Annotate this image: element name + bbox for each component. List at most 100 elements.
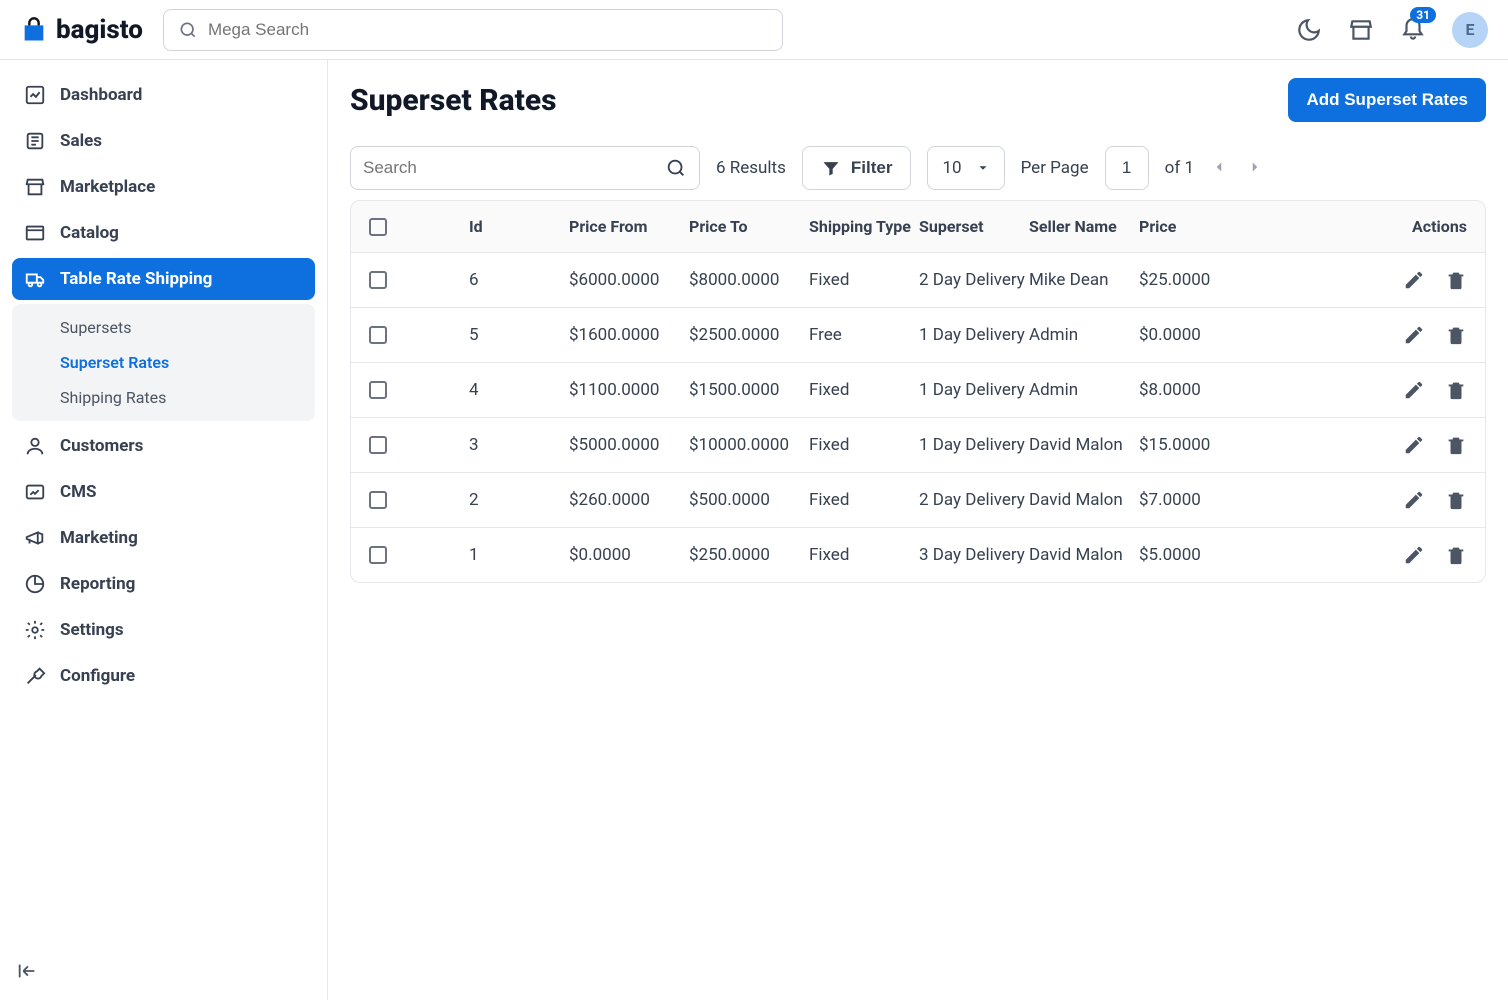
table-header: Id Price From Price To Shipping Type Sup… [351, 201, 1485, 252]
cell-price: $0.0000 [1139, 325, 1254, 345]
delete-icon[interactable] [1445, 269, 1467, 291]
page-input[interactable] [1105, 146, 1149, 190]
reporting-icon [24, 573, 46, 595]
collapse-sidebar-icon[interactable] [16, 960, 38, 986]
sidebar-item-reporting[interactable]: Reporting [12, 563, 315, 605]
cell-shipping-type: Fixed [809, 435, 919, 455]
dark-mode-icon[interactable] [1296, 17, 1322, 43]
page-of: of 1 [1165, 158, 1194, 178]
col-header-actions: Actions [1254, 217, 1467, 236]
edit-icon[interactable] [1403, 489, 1425, 511]
table-row: 3 $5000.0000 $10000.0000 Fixed 1 Day Del… [351, 417, 1485, 472]
add-superset-rates-button[interactable]: Add Superset Rates [1288, 78, 1486, 122]
edit-icon[interactable] [1403, 544, 1425, 566]
cell-price-from: $1600.0000 [569, 325, 689, 345]
page-header: Superset Rates Add Superset Rates [350, 78, 1486, 122]
cell-superset: 3 Day Delivery [919, 545, 1029, 565]
cell-price-to: $1500.0000 [689, 380, 809, 400]
col-header-price-from[interactable]: Price From [569, 217, 689, 236]
sidebar-item-label: Marketplace [60, 177, 155, 197]
edit-icon[interactable] [1403, 269, 1425, 291]
select-all-checkbox[interactable] [369, 218, 387, 236]
logo[interactable]: bagisto [20, 15, 143, 45]
filter-icon [821, 158, 841, 178]
per-page-select[interactable]: 10 [927, 146, 1004, 190]
cell-id: 5 [469, 325, 569, 345]
sidebar-item-marketplace[interactable]: Marketplace [12, 166, 315, 208]
delete-icon[interactable] [1445, 379, 1467, 401]
cell-actions [1254, 269, 1467, 291]
row-checkbox[interactable] [369, 271, 387, 289]
next-page-icon[interactable] [1246, 158, 1266, 178]
delete-icon[interactable] [1445, 434, 1467, 456]
brand-name: bagisto [56, 15, 143, 45]
sidebar-item-catalog[interactable]: Catalog [12, 212, 315, 254]
delete-icon[interactable] [1445, 544, 1467, 566]
cell-actions [1254, 489, 1467, 511]
avatar[interactable]: E [1452, 12, 1488, 48]
mega-search-input[interactable] [208, 20, 768, 40]
table-row: 1 $0.0000 $250.0000 Fixed 3 Day Delivery… [351, 527, 1485, 582]
bell-icon[interactable]: 31 [1400, 17, 1426, 43]
filter-button[interactable]: Filter [802, 146, 912, 190]
row-checkbox[interactable] [369, 326, 387, 344]
data-table: Id Price From Price To Shipping Type Sup… [350, 200, 1486, 583]
table-search[interactable] [350, 146, 700, 190]
edit-icon[interactable] [1403, 434, 1425, 456]
cell-price-to: $2500.0000 [689, 325, 809, 345]
sidebar-item-customers[interactable]: Customers [12, 425, 315, 467]
col-header-seller-name[interactable]: Seller Name [1029, 217, 1139, 236]
cell-superset: 2 Day Delivery [919, 490, 1029, 510]
sidebar-sub-shipping-rates[interactable]: Shipping Rates [12, 380, 315, 415]
edit-icon[interactable] [1403, 324, 1425, 346]
cell-superset: 2 Day Delivery [919, 270, 1029, 290]
sidebar-sub-supersets[interactable]: Supersets [12, 310, 315, 345]
cell-superset: 1 Day Delivery [919, 325, 1029, 345]
sidebar-item-label: Table Rate Shipping [60, 269, 212, 289]
cell-seller-name: David Malon [1029, 545, 1139, 565]
per-page-label: Per Page [1021, 158, 1089, 178]
topbar: bagisto 31 E [0, 0, 1508, 60]
table-row: 2 $260.0000 $500.0000 Fixed 2 Day Delive… [351, 472, 1485, 527]
cell-price: $8.0000 [1139, 380, 1254, 400]
table-search-input[interactable] [363, 158, 657, 178]
delete-icon[interactable] [1445, 324, 1467, 346]
prev-page-icon[interactable] [1210, 158, 1230, 178]
cell-price-to: $10000.0000 [689, 435, 809, 455]
col-header-shipping-type[interactable]: Shipping Type [809, 217, 919, 236]
cell-actions [1254, 434, 1467, 456]
row-checkbox[interactable] [369, 436, 387, 454]
row-checkbox[interactable] [369, 491, 387, 509]
cell-price-from: $260.0000 [569, 490, 689, 510]
cell-shipping-type: Fixed [809, 490, 919, 510]
col-header-superset[interactable]: Superset [919, 217, 1029, 236]
sidebar-sub-superset-rates[interactable]: Superset Rates [12, 345, 315, 380]
sidebar-item-configure[interactable]: Configure [12, 655, 315, 697]
sidebar-item-marketing[interactable]: Marketing [12, 517, 315, 559]
sidebar-item-cms[interactable]: CMS [12, 471, 315, 513]
col-header-price[interactable]: Price [1139, 217, 1254, 236]
row-checkbox[interactable] [369, 546, 387, 564]
dashboard-icon [24, 84, 46, 106]
avatar-initial: E [1466, 20, 1475, 39]
cell-price-from: $5000.0000 [569, 435, 689, 455]
sidebar-item-label: CMS [60, 482, 96, 502]
store-icon[interactable] [1348, 17, 1374, 43]
sidebar-item-dashboard[interactable]: Dashboard [12, 74, 315, 116]
cell-id: 2 [469, 490, 569, 510]
mega-search[interactable] [163, 9, 783, 51]
table-row: 5 $1600.0000 $2500.0000 Free 1 Day Deliv… [351, 307, 1485, 362]
sidebar-item-sales[interactable]: Sales [12, 120, 315, 162]
col-header-price-to[interactable]: Price To [689, 217, 809, 236]
sidebar-item-label: Configure [60, 666, 135, 686]
page-title: Superset Rates [350, 83, 557, 118]
cell-seller-name: Mike Dean [1029, 270, 1139, 290]
row-checkbox[interactable] [369, 381, 387, 399]
delete-icon[interactable] [1445, 489, 1467, 511]
sidebar-item-settings[interactable]: Settings [12, 609, 315, 651]
col-header-id[interactable]: Id [469, 217, 569, 236]
cell-price: $25.0000 [1139, 270, 1254, 290]
shipping-icon [24, 268, 46, 290]
sidebar-item-table-rate-shipping[interactable]: Table Rate Shipping [12, 258, 315, 300]
edit-icon[interactable] [1403, 379, 1425, 401]
